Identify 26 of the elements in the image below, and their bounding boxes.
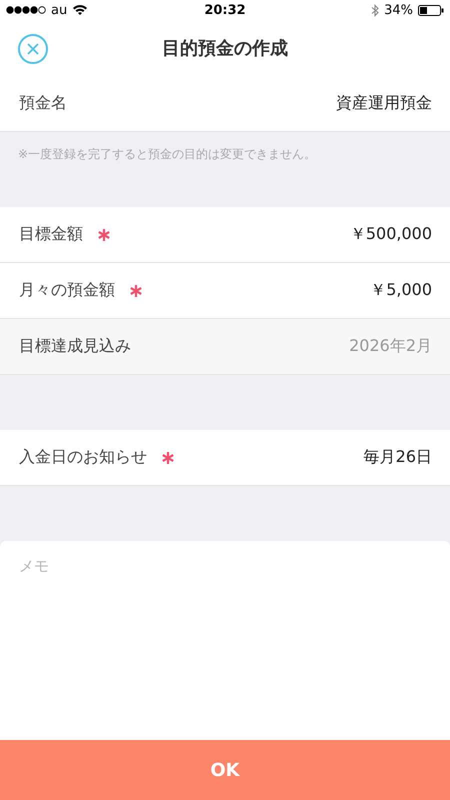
form-row[interactable]: 預金名 資産運用預金: [0, 76, 450, 132]
screen-title: 目的預金の作成: [162, 37, 288, 60]
close-icon: [27, 43, 39, 55]
field-value: 毎月26日: [364, 447, 432, 468]
form-row[interactable]: 目標金額 ￥500,000: [0, 207, 450, 263]
form-row[interactable]: 入金日のお知らせ 毎月26日: [0, 430, 450, 486]
memo-field[interactable]: メモ: [0, 541, 450, 740]
field-label: 入金日のお知らせ: [19, 447, 147, 468]
notice-text: ※一度登録を完了すると預金の目的は変更できません。: [17, 146, 318, 163]
battery-icon: [418, 4, 444, 16]
signal-icon: [6, 6, 46, 14]
field-label: 目標金額: [19, 224, 83, 245]
form-row[interactable]: 月々の預金額 ￥5,000: [0, 263, 450, 319]
field-value: ￥500,000: [350, 224, 432, 245]
wifi-icon: [72, 4, 88, 16]
close-button[interactable]: [18, 34, 48, 64]
field-value: 資産運用預金: [336, 93, 432, 114]
carrier-name: au: [51, 2, 68, 18]
field-label: 預金名: [19, 93, 67, 114]
field-value: ￥5,000: [370, 280, 432, 301]
status-time: 20:32: [204, 2, 246, 18]
field-label: 月々の預金額: [19, 280, 115, 301]
battery-percent: 34%: [384, 2, 414, 18]
field-value: 2026年2月: [349, 336, 432, 357]
bluetooth-icon: [371, 4, 380, 16]
field-label: 目標達成見込み: [19, 336, 131, 357]
